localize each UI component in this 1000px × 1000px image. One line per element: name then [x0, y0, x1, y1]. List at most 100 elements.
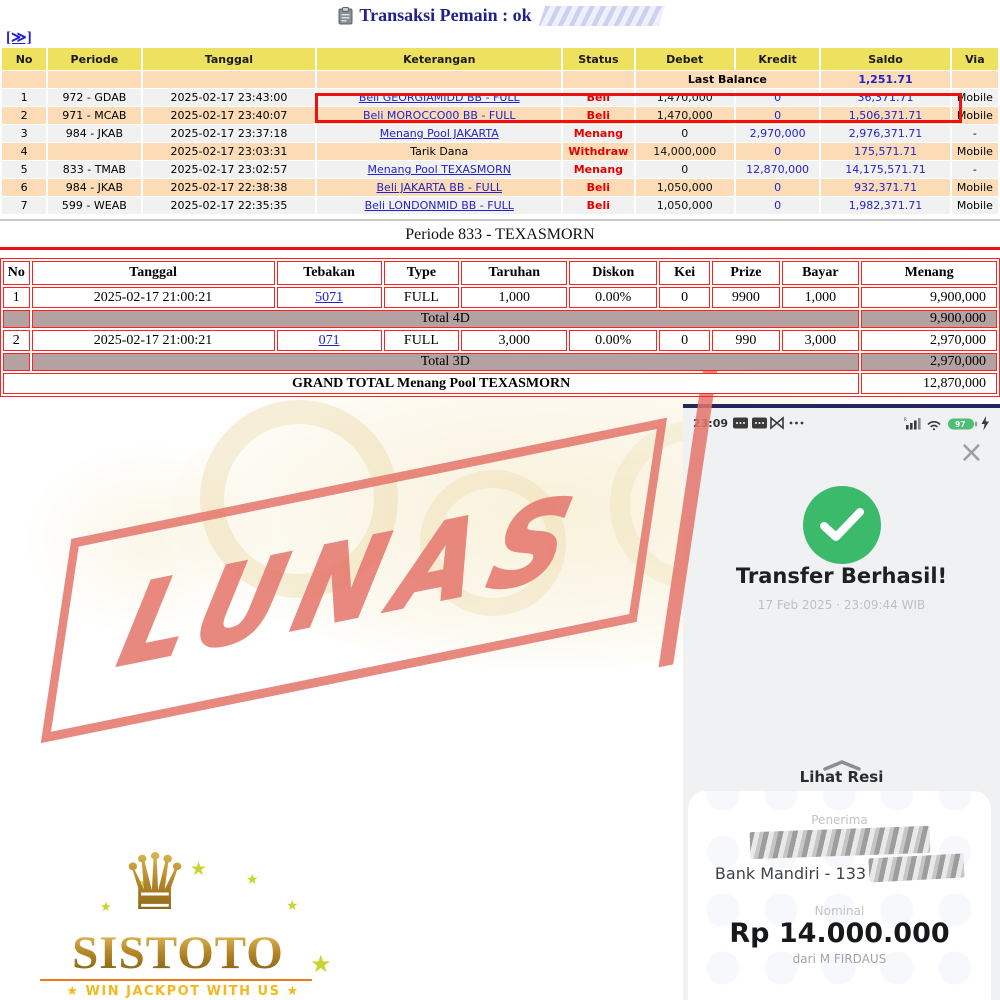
cell-bayar: 3,000	[782, 330, 860, 351]
receipt-card: Penerima Bank Mandiri - 133 Nominal Rp 1…	[688, 791, 991, 1000]
cell-status: Withdraw	[563, 143, 633, 160]
cell-kei: 0	[659, 287, 710, 308]
total-label: Total 3D	[32, 353, 860, 371]
cell-no: 2	[2, 107, 46, 124]
section-divider	[0, 219, 1000, 222]
bet-detail-table-wrapper: NoTanggalTebakanTypeTaruhanDiskonKeiPriz…	[0, 258, 1000, 397]
column-header: Tebakan	[277, 261, 382, 285]
cell-saldo: 14,175,571.71	[821, 161, 950, 178]
cell-prize: 990	[712, 330, 779, 351]
close-icon[interactable]: ×	[959, 438, 984, 468]
cell-debet: 1,050,000	[636, 179, 734, 196]
total-label: Total 4D	[32, 310, 860, 328]
cell-via: Mobile	[952, 179, 998, 196]
keterangan-link[interactable]: Beli MOROCCO00 BB - FULL	[363, 109, 516, 122]
player-name-redaction	[538, 6, 664, 26]
next-page-link[interactable]: [≫]	[6, 28, 32, 47]
clipboard-icon	[338, 7, 353, 25]
cell-no: 7	[2, 197, 46, 214]
grand-total-value: 12,870,000	[861, 373, 997, 394]
cell-via: Mobile	[952, 143, 998, 160]
cell-tanggal: 2025-02-17 22:38:38	[143, 179, 316, 196]
cell-status: Beli	[563, 107, 633, 124]
column-header: Tanggal	[143, 48, 316, 70]
bet-row: 12025-02-17 21:00:215071FULL1,0000.00%09…	[3, 287, 997, 308]
battery-icon: 97	[948, 418, 977, 429]
column-header: Keterangan	[317, 48, 561, 70]
bet-detail-table: NoTanggalTebakanTypeTaruhanDiskonKeiPriz…	[0, 258, 1000, 397]
table-row: 2971 - MCAB2025-02-17 23:40:07 Beli MOROC…	[2, 107, 998, 124]
cell-menang: 2,970,000	[861, 330, 997, 351]
cell-no: 2	[3, 330, 30, 351]
status-bar-time: 23:09	[693, 417, 728, 430]
cell-saldo: 932,371.71	[821, 179, 950, 196]
lihat-resi-button[interactable]: Lihat Resi	[683, 768, 1000, 786]
transactions-table-wrapper: NoPeriodeTanggalKeteranganStatusDebetKre…	[0, 47, 1000, 215]
cell-via: -	[952, 161, 998, 178]
cell-debet: 1,050,000	[636, 197, 734, 214]
grand-total-row: GRAND TOTAL Menang Pool TEXASMORN12,870,…	[3, 373, 997, 394]
success-check-icon	[803, 486, 881, 564]
cell-tebakan: 071	[277, 330, 382, 351]
transfer-sender: dari M FIRDAUS	[688, 952, 991, 966]
column-header: No	[3, 261, 30, 285]
last-balance-label: Last Balance	[636, 71, 820, 88]
cell-periode: 599 - WEAB	[48, 197, 140, 214]
transaction-report-page: Transaksi Pemain : ok [≫] NoPeriodeTangg…	[0, 0, 1000, 1000]
total-row: Total 3D2,970,000	[3, 353, 997, 371]
sistoto-logo: ★ ★ ★ ★ ★ ★ ♛ SISTOTO ★ WIN JACKPOT WITH…	[38, 858, 348, 1000]
empty-cell	[3, 310, 30, 328]
cell-via: Mobile	[952, 89, 998, 106]
cell-keterangan: Beli LONDONMID BB - FULL	[317, 197, 561, 214]
cell-saldo: 1,982,371.71	[821, 197, 950, 214]
star-icon: ★	[286, 898, 299, 914]
tebakan-link[interactable]: 5071	[315, 290, 343, 305]
tebakan-link[interactable]: 071	[319, 333, 340, 348]
transfer-success-title: Transfer Berhasil!	[683, 564, 1000, 588]
transfer-datetime: 17 Feb 2025 · 23:09:44 WIB	[683, 598, 1000, 612]
phone-status-bar: 23:09 R	[693, 415, 992, 431]
cell-diskon: 0.00%	[569, 330, 657, 351]
cell-periode	[48, 143, 140, 160]
cell-kredit: 0	[736, 179, 819, 196]
cell-status: Menang	[563, 161, 633, 178]
bet-row: 22025-02-17 21:00:21071FULL3,0000.00%099…	[3, 330, 997, 351]
last-balance-row: Last Balance1,251.71	[2, 71, 998, 88]
signal-icon: R	[904, 417, 921, 430]
keterangan-link[interactable]: Beli GEORGIAMIDD BB - FULL	[359, 91, 520, 104]
empty-cell	[48, 71, 140, 88]
table-header-row: NoTanggalTebakanTypeTaruhanDiskonKeiPriz…	[3, 261, 997, 285]
gold-swirl-watermark	[420, 470, 566, 616]
stamp-text: LUNAS	[111, 478, 596, 683]
account-number-redaction	[868, 854, 964, 883]
red-divider-line	[0, 247, 1000, 250]
cell-keterangan: Beli MOROCCO00 BB - FULL	[317, 107, 561, 124]
gold-ornament-watermark	[20, 440, 280, 640]
cell-type: FULL	[384, 287, 460, 308]
cell-no: 6	[2, 179, 46, 196]
cell-tanggal: 2025-02-17 23:03:31	[143, 143, 316, 160]
cell-kredit: 2,970,000	[736, 125, 819, 142]
keterangan-link[interactable]: Beli JAKARTA BB - FULL	[377, 181, 502, 194]
cell-tanggal: 2025-02-17 23:40:07	[143, 107, 316, 124]
table-row: 6984 - JKAB2025-02-17 22:38:38Beli JAKAR…	[2, 179, 998, 196]
gold-swirl-watermark	[200, 400, 398, 598]
keterangan-link[interactable]: Menang Pool JAKARTA	[380, 127, 499, 140]
cell-status: Beli	[563, 89, 633, 106]
nominal-label: Nominal	[688, 904, 991, 918]
empty-cell	[2, 71, 46, 88]
keterangan-link[interactable]: Menang Pool TEXASMORN	[368, 163, 511, 176]
column-header: Via	[952, 48, 998, 70]
cell-keterangan: Menang Pool JAKARTA	[317, 125, 561, 142]
penerima-label: Penerima	[688, 813, 991, 827]
column-header: Tanggal	[32, 261, 275, 285]
cell-diskon: 0.00%	[569, 287, 657, 308]
cell-periode: 971 - MCAB	[48, 107, 140, 124]
cell-tanggal: 2025-02-17 23:37:18	[143, 125, 316, 142]
cell-debet: 0	[636, 125, 734, 142]
lunas-paid-stamp: LUNAS	[0, 378, 801, 765]
empty-cell	[317, 71, 561, 88]
cell-periode: 833 - TMAB	[48, 161, 140, 178]
empty-cell	[143, 71, 316, 88]
keterangan-link[interactable]: Beli LONDONMID BB - FULL	[365, 199, 514, 212]
